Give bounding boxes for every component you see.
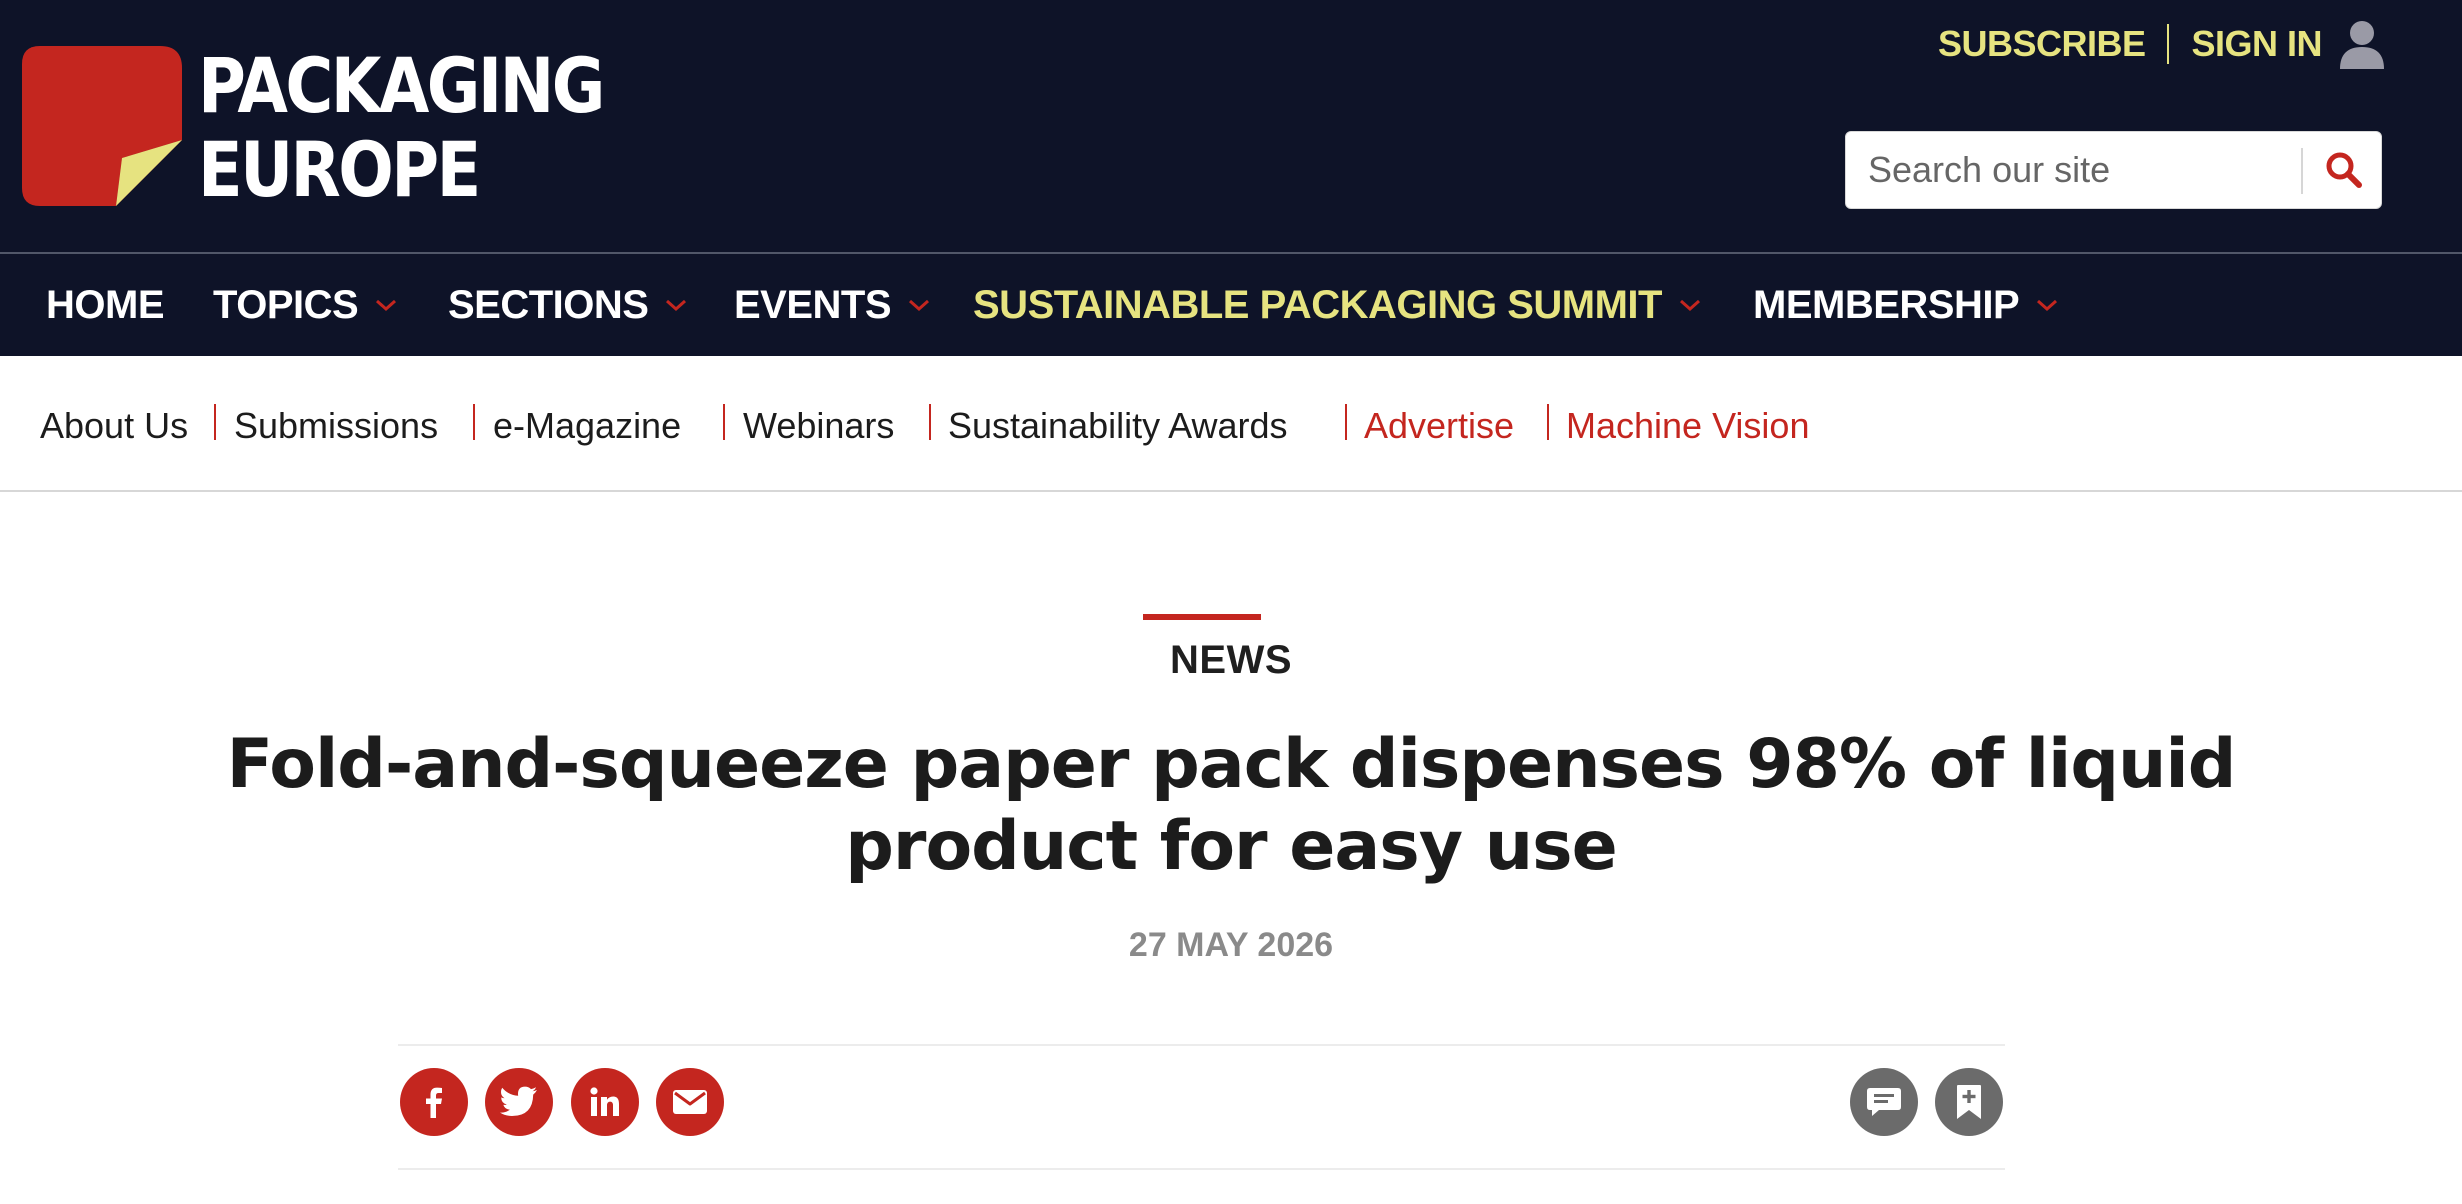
site-logo[interactable]: PACKAGING EUROPE bbox=[22, 44, 605, 216]
nav-sections-label: SECTIONS bbox=[448, 282, 649, 327]
comments-button[interactable] bbox=[1850, 1068, 1918, 1136]
nav-home-label: HOME bbox=[46, 282, 165, 327]
subnav-divider bbox=[1547, 404, 1549, 440]
chevron-down-icon bbox=[1679, 299, 1700, 312]
search-icon bbox=[2326, 152, 2362, 188]
subnav-machine-vision[interactable]: Machine Vision bbox=[1566, 400, 1809, 452]
nav-sustainable-packaging-summit[interactable]: SUSTAINABLE PACKAGING SUMMIT bbox=[973, 254, 1702, 356]
subnav-divider bbox=[1345, 404, 1347, 440]
chevron-down-icon bbox=[666, 299, 687, 312]
share-twitter-button[interactable] bbox=[485, 1068, 553, 1136]
user-icon[interactable] bbox=[2340, 19, 2384, 69]
logo-wordmark: PACKAGING EUROPE bbox=[198, 41, 605, 214]
subnav-divider bbox=[723, 404, 725, 440]
bookmark-button[interactable] bbox=[1935, 1068, 2003, 1136]
section-accent-bar bbox=[1143, 614, 1261, 620]
share-facebook-button[interactable] bbox=[400, 1068, 468, 1136]
sign-in-link[interactable]: SIGN IN bbox=[2191, 23, 2322, 65]
search-button[interactable] bbox=[2306, 132, 2382, 208]
nav-membership[interactable]: MEMBERSHIP bbox=[1753, 254, 2059, 356]
twitter-icon bbox=[500, 1086, 537, 1116]
article-section-label[interactable]: NEWS bbox=[0, 638, 2462, 683]
nav-sections[interactable]: SECTIONS bbox=[448, 254, 688, 356]
logo-line-1: PACKAGING bbox=[198, 41, 605, 130]
share-email-button[interactable] bbox=[656, 1068, 724, 1136]
account-links: SUBSCRIBE SIGN IN bbox=[1938, 14, 2384, 74]
search-input[interactable] bbox=[1846, 132, 2301, 208]
subnav-advertise[interactable]: Advertise bbox=[1364, 400, 1514, 452]
subscribe-link[interactable]: SUBSCRIBE bbox=[1938, 23, 2146, 65]
nav-home[interactable]: HOME bbox=[46, 254, 165, 356]
subnav-divider bbox=[214, 404, 216, 440]
chevron-down-icon bbox=[2037, 299, 2058, 312]
chevron-down-icon bbox=[909, 299, 930, 312]
article-date: 27 MAY 2026 bbox=[1128, 926, 1334, 964]
nav-topics[interactable]: TOPICS bbox=[213, 254, 398, 356]
nav-topics-label: TOPICS bbox=[213, 282, 359, 327]
nav-events[interactable]: EVENTS bbox=[734, 254, 931, 356]
share-bar-top-rule bbox=[398, 1044, 2005, 1046]
nav-summit-label: SUSTAINABLE PACKAGING SUMMIT bbox=[973, 282, 1662, 327]
subnav-about-us[interactable]: About Us bbox=[40, 400, 188, 452]
secondary-nav: About Us Submissions e-Magazine Webinars… bbox=[0, 356, 2462, 492]
share-bar-bottom-rule bbox=[398, 1168, 2005, 1170]
logo-mark-icon bbox=[22, 46, 182, 206]
site-header: PACKAGING EUROPE SUBSCRIBE SIGN IN bbox=[0, 0, 2462, 252]
nav-membership-label: MEMBERSHIP bbox=[1753, 282, 2020, 327]
subnav-divider bbox=[929, 404, 931, 440]
chevron-down-icon bbox=[376, 299, 397, 312]
bookmark-icon bbox=[1957, 1085, 1981, 1119]
facebook-icon bbox=[426, 1087, 442, 1118]
subnav-sustainability-awards[interactable]: Sustainability Awards bbox=[948, 400, 1288, 452]
search-box bbox=[1845, 131, 2382, 209]
logo-line-2: EUROPE bbox=[198, 125, 481, 214]
email-icon bbox=[673, 1090, 707, 1114]
subnav-e-magazine[interactable]: e-Magazine bbox=[493, 400, 681, 452]
article-headline: Fold-and-squeeze paper pack dispenses 98… bbox=[226, 725, 2237, 886]
top-links-divider bbox=[2167, 24, 2170, 64]
share-linkedin-button[interactable] bbox=[571, 1068, 639, 1136]
subnav-submissions[interactable]: Submissions bbox=[234, 400, 438, 452]
linkedin-icon bbox=[590, 1087, 619, 1116]
subnav-webinars[interactable]: Webinars bbox=[743, 400, 894, 452]
subnav-divider bbox=[473, 404, 475, 440]
nav-events-label: EVENTS bbox=[734, 282, 892, 327]
main-nav: HOME TOPICS SECTIONS EVENTS SUSTAINABLE … bbox=[0, 254, 2462, 356]
search-divider bbox=[2301, 148, 2303, 194]
comment-icon bbox=[1867, 1088, 1901, 1116]
